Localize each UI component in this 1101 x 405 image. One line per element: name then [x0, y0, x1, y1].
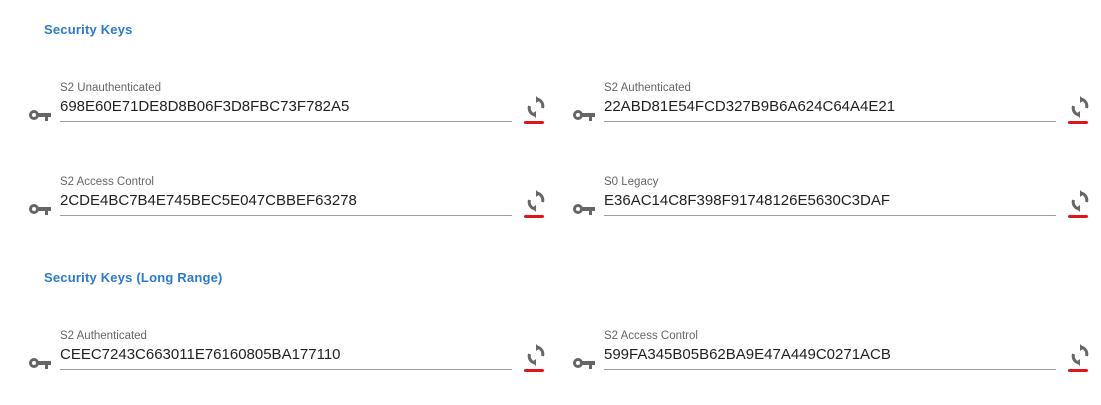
- s2-authenticated-field: S2 Authenticated 22ABD81E54FCD327B9B6A62…: [572, 82, 1092, 142]
- regenerate-button[interactable]: [524, 190, 548, 220]
- security-keys-long-range-title: Security Keys (Long Range): [44, 270, 223, 285]
- lr-s2-authenticated-field: S2 Authenticated CEEC7243C663011E7616080…: [28, 330, 548, 390]
- key-value-input[interactable]: 599FA345B05B62BA9E47A449C0271ACB: [604, 346, 1056, 370]
- key-value-input[interactable]: 22ABD81E54FCD327B9B6A624C64A4E21: [604, 98, 1056, 122]
- accent-underline: [524, 121, 544, 124]
- field-label: S0 Legacy: [604, 176, 659, 188]
- security-keys-title: Security Keys: [44, 22, 133, 37]
- regenerate-button[interactable]: [1068, 190, 1092, 220]
- accent-underline: [524, 369, 544, 372]
- accent-underline: [1068, 215, 1088, 218]
- field-label: S2 Unauthenticated: [60, 82, 162, 94]
- regenerate-button[interactable]: [524, 96, 548, 126]
- key-icon: [28, 356, 52, 370]
- s2-access-control-field: S2 Access Control 2CDE4BC7B4E745BEC5E047…: [28, 176, 548, 236]
- key-icon: [28, 202, 52, 216]
- accent-underline: [524, 215, 544, 218]
- regenerate-button[interactable]: [1068, 96, 1092, 126]
- accent-underline: [1068, 369, 1088, 372]
- s0-legacy-field: S0 Legacy E36AC14C8F398F91748126E5630C3D…: [572, 176, 1092, 236]
- key-icon: [28, 108, 52, 122]
- key-value-input[interactable]: CEEC7243C663011E76160805BA177110: [60, 346, 512, 370]
- key-value-input[interactable]: 698E60E71DE8D8B06F3D8FBC73F782A5: [60, 98, 512, 122]
- field-label: S2 Authenticated: [604, 82, 691, 94]
- key-value-input[interactable]: E36AC14C8F398F91748126E5630C3DAF: [604, 192, 1056, 216]
- field-label: S2 Access Control: [604, 330, 698, 342]
- lr-s2-access-control-field: S2 Access Control 599FA345B05B62BA9E47A4…: [572, 330, 1092, 390]
- key-icon: [572, 108, 596, 122]
- s2-unauthenticated-field: S2 Unauthenticated 698E60E71DE8D8B06F3D8…: [28, 82, 548, 142]
- field-label: S2 Authenticated: [60, 330, 147, 342]
- field-label: S2 Access Control: [60, 176, 154, 188]
- regenerate-button[interactable]: [524, 344, 548, 374]
- accent-underline: [1068, 121, 1088, 124]
- key-icon: [572, 202, 596, 216]
- key-icon: [572, 356, 596, 370]
- key-value-input[interactable]: 2CDE4BC7B4E745BEC5E047CBBEF63278: [60, 192, 512, 216]
- regenerate-button[interactable]: [1068, 344, 1092, 374]
